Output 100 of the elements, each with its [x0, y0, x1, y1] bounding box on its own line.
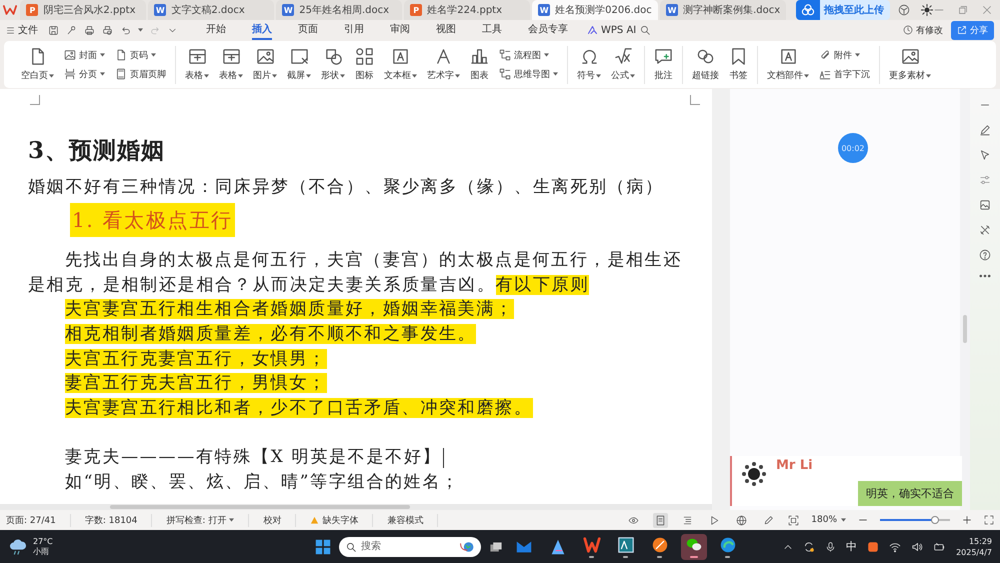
file-type-badge: W [666, 4, 678, 16]
ribbon-button[interactable]: 符号 [574, 47, 604, 82]
horizontal-scrollbar[interactable] [0, 504, 712, 510]
ribbon-button[interactable]: 更多素材 [886, 47, 934, 82]
modified-button[interactable]: 有修改 [903, 24, 943, 36]
slider-thumb[interactable] [930, 516, 939, 524]
bar-chart-icon [470, 47, 489, 66]
microphone-icon[interactable] [825, 540, 836, 552]
battery-icon[interactable] [933, 540, 946, 552]
sun-icon[interactable] [920, 3, 934, 17]
ribbon-button[interactable]: 分页 [64, 68, 105, 80]
image-edit-icon[interactable] [979, 199, 991, 211]
ribbon-button[interactable]: 文本框 [381, 47, 420, 82]
file-type-badge: W [282, 4, 294, 16]
ribbon-button[interactable]: 艺术字 [424, 47, 463, 82]
cube-icon[interactable] [898, 4, 910, 16]
file-tab[interactable]: W 文字文稿2.docx [148, 0, 274, 20]
sliders-icon[interactable] [979, 174, 991, 186]
ribbon-button[interactable]: 附件 [819, 48, 870, 62]
status-text: 字数: 18104 [84, 514, 152, 526]
print-icon[interactable] [84, 24, 95, 36]
file-tab[interactable]: P 姓名学224.pptx [404, 0, 530, 20]
wifi-icon[interactable] [889, 540, 902, 552]
page-icon [115, 49, 127, 61]
ribbon-button[interactable]: 公式 [608, 47, 638, 82]
file-menu[interactable]: 文件 [6, 23, 38, 37]
ribbon-button[interactable]: 首字下沉 [819, 68, 870, 80]
ribbon-tab[interactable]: 视图 [436, 20, 456, 40]
ribbon-button[interactable]: 批注 [651, 47, 676, 82]
ribbon-tab[interactable]: 引用 [344, 20, 364, 40]
pen-icon[interactable] [979, 124, 991, 136]
file-tab[interactable]: P 阴宅三合风水2.pptx [20, 0, 146, 20]
fullscreen-icon[interactable] [984, 515, 994, 525]
caret-icon [100, 53, 105, 57]
header-footer-icon [115, 68, 127, 80]
ribbon-button[interactable]: 图片 [250, 47, 280, 82]
ribbon-button[interactable]: 页码 [115, 48, 166, 62]
ribbon-tab[interactable]: 开始 [206, 20, 226, 40]
ribbon-button[interactable]: 文档部件 [764, 47, 812, 82]
print-preview-icon[interactable] [102, 24, 113, 36]
share-button[interactable]: 分享 [951, 20, 994, 40]
brush-icon[interactable] [66, 24, 77, 36]
taskbar-app[interactable] [680, 534, 707, 560]
sync-icon[interactable] [803, 540, 816, 552]
fit-icon[interactable] [788, 514, 800, 526]
vertical-scrollbar[interactable] [960, 89, 970, 510]
volume-icon[interactable] [911, 540, 924, 552]
ribbon-button[interactable]: 流程图 [499, 48, 558, 62]
input-method[interactable]: 中 [846, 539, 858, 554]
link-icon [696, 47, 715, 66]
ribbon-tab[interactable]: 工具 [482, 20, 502, 40]
ribbon-button[interactable]: 截屏 [284, 47, 314, 82]
ribbon-tab[interactable]: 审阅 [390, 20, 410, 40]
paperclip-icon [819, 49, 831, 61]
upload-button[interactable]: 拖拽至此上传 [796, 0, 890, 20]
eye-icon [628, 514, 640, 526]
ribbon-button[interactable]: 封面 [64, 48, 105, 62]
file-tab[interactable]: W 姓名预测学0206.doc [532, 0, 658, 20]
margin-mark [690, 95, 700, 105]
search-field[interactable]: 搜索 [338, 536, 481, 556]
menu-icon [6, 26, 15, 34]
input-app-icon[interactable] [867, 540, 880, 552]
spell-check-dropdown[interactable]: 拼写检查: 打开 [166, 514, 250, 526]
task-view-icon[interactable] [488, 540, 503, 552]
ribbon-button[interactable]: 页眉页脚 [115, 68, 166, 80]
more-icon[interactable] [979, 274, 991, 278]
ribbon-button[interactable]: 图表 [467, 47, 492, 82]
view-mode-button[interactable] [653, 512, 668, 528]
ribbon-tab[interactable]: 页面 [298, 20, 318, 40]
ribbon-button[interactable]: 思维导图 [499, 68, 558, 80]
ribbon-button[interactable]: 超链接 [689, 47, 722, 82]
caret-icon [138, 28, 143, 32]
file-tab[interactable]: W 25年姓名相周.docx [276, 0, 402, 20]
file-tab[interactable]: W 测字神断案例集.docx [660, 0, 786, 20]
file-type-badge: W [538, 4, 550, 16]
ribbon-button[interactable]: 空白页 [18, 47, 57, 82]
zoom-dropdown[interactable]: 180% [811, 515, 846, 525]
undo-icon[interactable] [120, 24, 131, 36]
caret-icon [544, 53, 549, 57]
save-icon[interactable] [48, 24, 59, 36]
clock[interactable]: 15:29 2025/4/7 [956, 536, 992, 558]
start-icon[interactable] [314, 538, 331, 554]
caret-icon [841, 518, 846, 522]
ribbon-button[interactable]: 形状 [318, 47, 348, 82]
radical-icon [614, 47, 632, 66]
margin-mark [30, 95, 40, 105]
zoom-in-icon[interactable] [962, 515, 972, 525]
ribbon-button[interactable]: 书签 [726, 47, 751, 82]
ribbon-button[interactable]: 表格 [216, 47, 246, 82]
ribbon-button[interactable]: 图标 [352, 47, 377, 82]
wps-ai-button[interactable]: WPS AI [587, 24, 636, 36]
play-icon [709, 514, 720, 526]
ribbon-button[interactable]: 表格 [182, 47, 212, 82]
help-icon[interactable] [979, 249, 991, 261]
running-indicator [690, 556, 698, 558]
ribbon-tab[interactable]: 会员专享 [528, 20, 568, 40]
cursor-icon[interactable] [979, 149, 991, 161]
search-icon[interactable] [640, 24, 652, 36]
tools-icon[interactable] [979, 224, 991, 236]
close-icon[interactable] [982, 5, 992, 15]
